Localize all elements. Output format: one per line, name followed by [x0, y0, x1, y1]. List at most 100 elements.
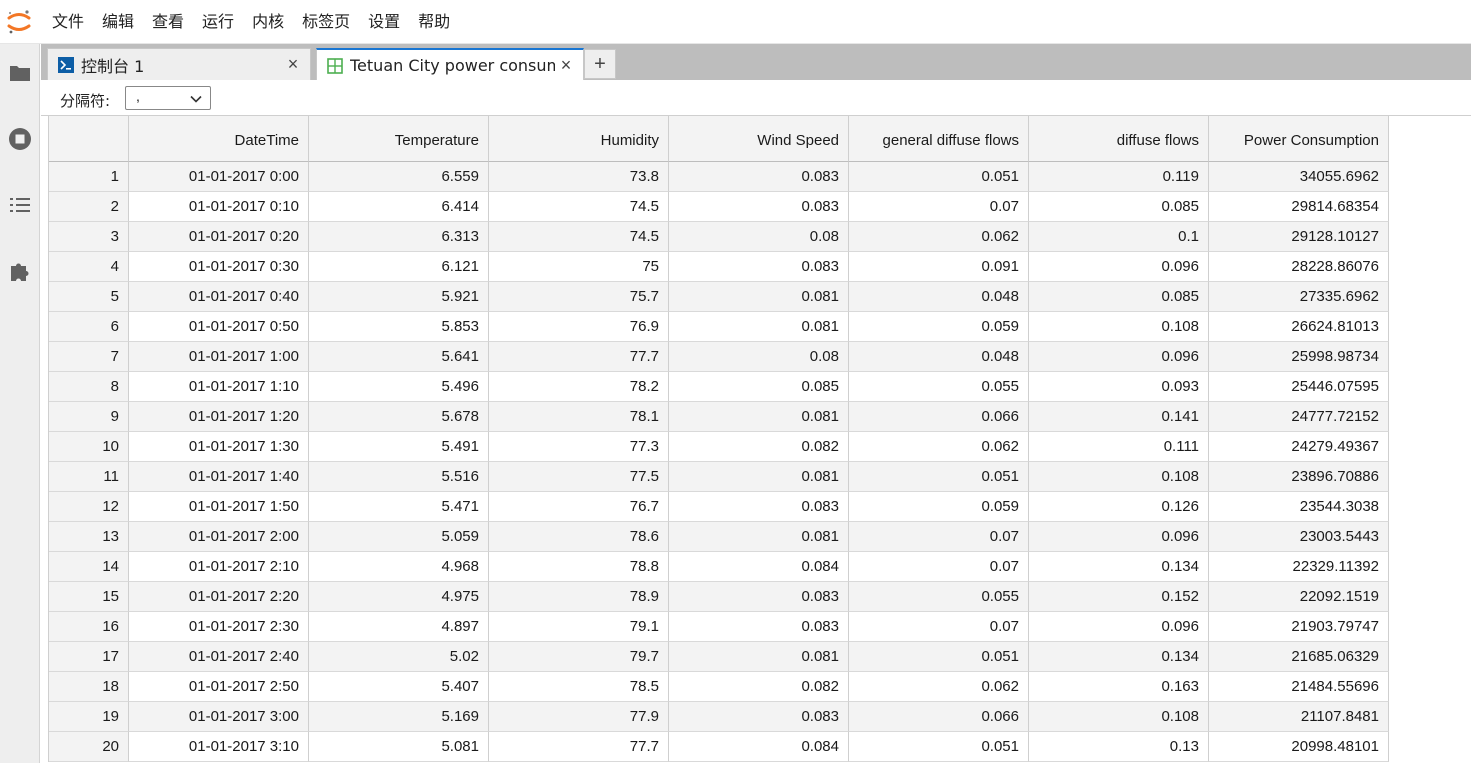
column-header[interactable]: Temperature — [309, 116, 489, 162]
table-cell[interactable]: 0.081 — [669, 642, 849, 672]
table-cell[interactable]: 0.07 — [849, 612, 1029, 642]
table-row[interactable]: 11 01-01-2017 1:40 5.516 77.5 0.081 0.051 0.10… — [49, 462, 1389, 492]
table-cell[interactable]: 0.096 — [1029, 342, 1209, 372]
table-cell[interactable]: 01-01-2017 2:40 — [129, 642, 309, 672]
table-cell[interactable]: 21107.8481 — [1209, 702, 1389, 732]
table-row[interactable]: 15 01-01-2017 2:20 4.975 78.9 0.083 0.055 0.15… — [49, 582, 1389, 612]
table-cell[interactable]: 23896.70886 — [1209, 462, 1389, 492]
table-cell[interactable]: 79.7 — [489, 642, 669, 672]
table-cell[interactable]: 78.2 — [489, 372, 669, 402]
table-cell[interactable]: 01-01-2017 0:00 — [129, 162, 309, 192]
column-header[interactable]: diffuse flows — [1029, 116, 1209, 162]
tab-console[interactable]: 控制台 1 × — [47, 48, 311, 80]
tab-csv[interactable]: Tetuan City power consumption.csv × — [316, 48, 584, 81]
row-number-cell[interactable]: 20 — [49, 732, 129, 762]
table-row[interactable]: 17 01-01-2017 2:40 5.02 79.7 0.081 0.051 0.134… — [49, 642, 1389, 672]
table-cell[interactable]: 0.091 — [849, 252, 1029, 282]
table-cell[interactable]: 5.471 — [309, 492, 489, 522]
menu-kernel[interactable]: 内核 — [244, 0, 292, 44]
puzzle-icon[interactable] — [7, 258, 33, 284]
table-cell[interactable]: 0.051 — [849, 732, 1029, 762]
row-number-cell[interactable]: 18 — [49, 672, 129, 702]
table-cell[interactable]: 24279.49367 — [1209, 432, 1389, 462]
table-row[interactable]: 4 01-01-2017 0:30 6.121 75 0.083 0.091 0.096 28… — [49, 252, 1389, 282]
table-cell[interactable]: 01-01-2017 0:20 — [129, 222, 309, 252]
table-cell[interactable]: 0.062 — [849, 672, 1029, 702]
table-cell[interactable]: 24777.72152 — [1209, 402, 1389, 432]
table-row[interactable]: 14 01-01-2017 2:10 4.968 78.8 0.084 0.07 0.134… — [49, 552, 1389, 582]
row-number-cell[interactable]: 5 — [49, 282, 129, 312]
table-cell[interactable]: 29128.10127 — [1209, 222, 1389, 252]
table-row[interactable]: 20 01-01-2017 3:10 5.081 77.7 0.084 0.051 0.13… — [49, 732, 1389, 762]
table-cell[interactable]: 74.5 — [489, 192, 669, 222]
table-cell[interactable]: 0.082 — [669, 432, 849, 462]
table-cell[interactable]: 01-01-2017 1:50 — [129, 492, 309, 522]
menu-edit[interactable]: 编辑 — [94, 0, 142, 44]
table-cell[interactable]: 0.084 — [669, 732, 849, 762]
table-cell[interactable]: 0.126 — [1029, 492, 1209, 522]
row-number-cell[interactable]: 4 — [49, 252, 129, 282]
menu-run[interactable]: 运行 — [194, 0, 242, 44]
column-header[interactable]: Wind Speed — [669, 116, 849, 162]
table-cell[interactable]: 0.093 — [1029, 372, 1209, 402]
table-cell[interactable]: 0.048 — [849, 342, 1029, 372]
table-cell[interactable]: 74.5 — [489, 222, 669, 252]
column-header[interactable]: general diffuse flows — [849, 116, 1029, 162]
table-row[interactable]: 13 01-01-2017 2:00 5.059 78.6 0.081 0.07 0.096… — [49, 522, 1389, 552]
column-header[interactable]: Humidity — [489, 116, 669, 162]
table-cell[interactable]: 0.083 — [669, 702, 849, 732]
table-cell[interactable]: 5.678 — [309, 402, 489, 432]
table-cell[interactable]: 0.084 — [669, 552, 849, 582]
table-cell[interactable]: 75 — [489, 252, 669, 282]
table-cell[interactable]: 0.085 — [1029, 282, 1209, 312]
table-cell[interactable]: 77.3 — [489, 432, 669, 462]
table-cell[interactable]: 5.407 — [309, 672, 489, 702]
table-row[interactable]: 18 01-01-2017 2:50 5.407 78.5 0.082 0.062 0.16… — [49, 672, 1389, 702]
table-cell[interactable]: 0.111 — [1029, 432, 1209, 462]
table-cell[interactable]: 77.9 — [489, 702, 669, 732]
table-cell[interactable]: 78.5 — [489, 672, 669, 702]
table-row[interactable]: 5 01-01-2017 0:40 5.921 75.7 0.081 0.048 0.085… — [49, 282, 1389, 312]
table-cell[interactable]: 0.083 — [669, 492, 849, 522]
table-cell[interactable]: 0.134 — [1029, 552, 1209, 582]
row-number-cell[interactable]: 6 — [49, 312, 129, 342]
table-row[interactable]: 2 01-01-2017 0:10 6.414 74.5 0.083 0.07 0.085 2… — [49, 192, 1389, 222]
table-cell[interactable]: 01-01-2017 2:30 — [129, 612, 309, 642]
table-cell[interactable]: 0.108 — [1029, 702, 1209, 732]
table-cell[interactable]: 29814.68354 — [1209, 192, 1389, 222]
table-cell[interactable]: 01-01-2017 3:10 — [129, 732, 309, 762]
table-cell[interactable]: 0.152 — [1029, 582, 1209, 612]
table-cell[interactable]: 0.055 — [849, 372, 1029, 402]
table-row[interactable]: 16 01-01-2017 2:30 4.897 79.1 0.083 0.07 0.096… — [49, 612, 1389, 642]
table-cell[interactable]: 76.7 — [489, 492, 669, 522]
table-cell[interactable]: 0.119 — [1029, 162, 1209, 192]
table-row[interactable]: 9 01-01-2017 1:20 5.678 78.1 0.081 0.066 0.141… — [49, 402, 1389, 432]
table-cell[interactable]: 20998.48101 — [1209, 732, 1389, 762]
folder-icon[interactable] — [7, 60, 33, 86]
close-icon[interactable]: × — [282, 54, 304, 75]
table-cell[interactable]: 5.02 — [309, 642, 489, 672]
table-cell[interactable]: 78.9 — [489, 582, 669, 612]
list-icon[interactable] — [7, 192, 33, 218]
table-cell[interactable]: 0.07 — [849, 522, 1029, 552]
table-cell[interactable]: 4.897 — [309, 612, 489, 642]
table-cell[interactable]: 26624.81013 — [1209, 312, 1389, 342]
table-cell[interactable]: 4.968 — [309, 552, 489, 582]
table-cell[interactable]: 0.096 — [1029, 252, 1209, 282]
table-cell[interactable]: 0.083 — [669, 582, 849, 612]
table-cell[interactable]: 0.081 — [669, 402, 849, 432]
table-cell[interactable]: 0.062 — [849, 432, 1029, 462]
table-cell[interactable]: 4.975 — [309, 582, 489, 612]
table-cell[interactable]: 6.121 — [309, 252, 489, 282]
table-cell[interactable]: 6.313 — [309, 222, 489, 252]
table-cell[interactable]: 0.085 — [669, 372, 849, 402]
table-cell[interactable]: 21484.55696 — [1209, 672, 1389, 702]
separator-select[interactable]: , — [125, 86, 211, 110]
table-cell[interactable]: 0.163 — [1029, 672, 1209, 702]
table-cell[interactable]: 0.066 — [849, 702, 1029, 732]
table-cell[interactable]: 0.096 — [1029, 522, 1209, 552]
table-cell[interactable]: 22092.1519 — [1209, 582, 1389, 612]
table-cell[interactable]: 0.082 — [669, 672, 849, 702]
table-cell[interactable]: 0.1 — [1029, 222, 1209, 252]
table-cell[interactable]: 0.083 — [669, 192, 849, 222]
